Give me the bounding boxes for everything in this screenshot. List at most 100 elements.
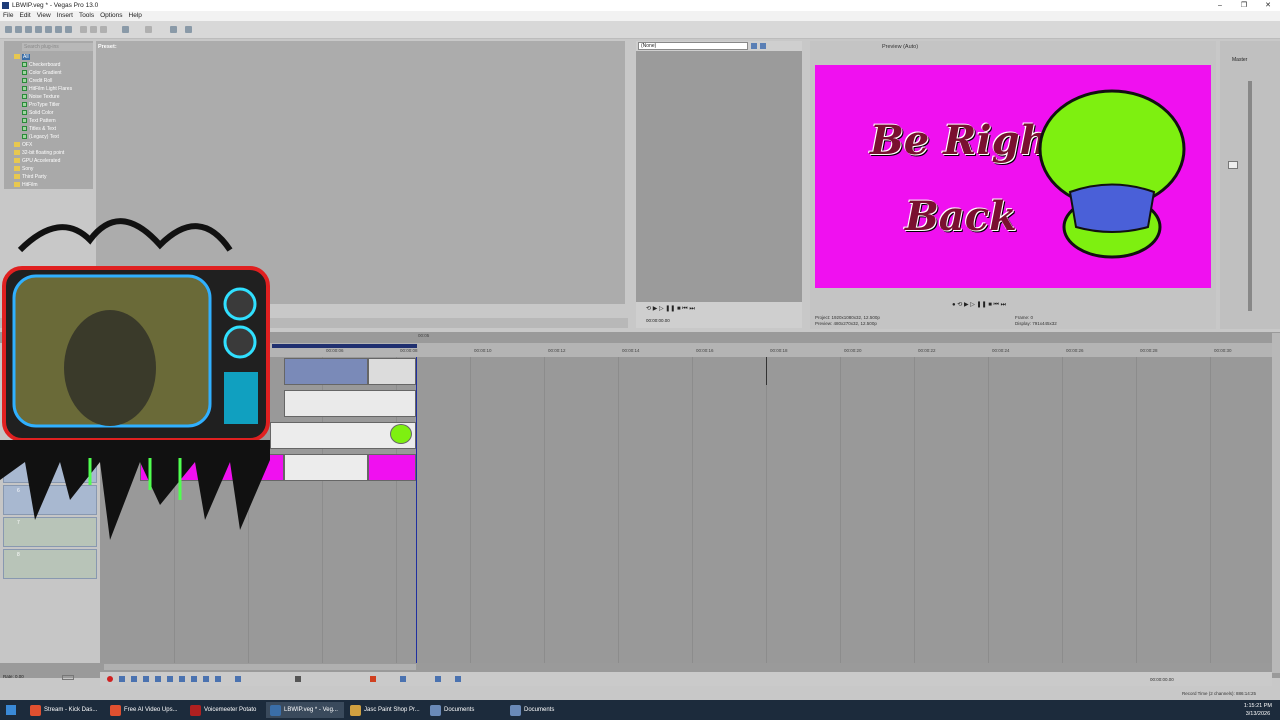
taskbar-item[interactable]: Free AI Video Ups... bbox=[106, 702, 184, 718]
menu-help[interactable]: Help bbox=[126, 11, 145, 21]
snapping-button[interactable] bbox=[400, 676, 406, 682]
play-button[interactable] bbox=[143, 676, 149, 682]
open-icon[interactable] bbox=[15, 26, 22, 33]
timeline-clip-thumbnail bbox=[390, 424, 412, 444]
folder-icon bbox=[14, 174, 20, 180]
help-icon[interactable] bbox=[185, 26, 192, 33]
menu-edit[interactable]: Edit bbox=[16, 11, 33, 21]
generator-icon bbox=[22, 134, 27, 140]
system-clock[interactable]: 1:15:21 PM 3/13/2026 bbox=[1244, 702, 1272, 718]
trimmer-media-select[interactable]: (None) bbox=[638, 42, 748, 50]
preview-mode[interactable]: Preview (Auto) bbox=[810, 41, 1216, 53]
taskbar-item[interactable]: Documents bbox=[506, 702, 584, 718]
timeline-clip[interactable] bbox=[284, 358, 368, 385]
delete-button[interactable] bbox=[295, 676, 301, 682]
tree-folder[interactable]: OFX bbox=[14, 141, 93, 149]
trimmer-transport-icons[interactable]: ⟲ ▶ ▷ ❚❚ ■ ⏮ ⏭ bbox=[646, 305, 695, 313]
tree-item[interactable]: Credit Roll bbox=[14, 77, 93, 85]
tree-item[interactable]: HitFilm Light Flares bbox=[14, 85, 93, 93]
tree-folder[interactable]: HitFilm bbox=[14, 181, 93, 189]
snap-icon[interactable] bbox=[170, 26, 177, 33]
taskbar-item[interactable]: Stream - Kick Das... bbox=[26, 702, 104, 718]
menu-file[interactable]: File bbox=[0, 11, 16, 21]
redo-icon[interactable] bbox=[145, 26, 152, 33]
menu-options[interactable]: Options bbox=[97, 11, 125, 21]
close-button[interactable]: ✕ bbox=[1256, 0, 1280, 11]
play-from-start-button[interactable] bbox=[131, 676, 137, 682]
generator-icon bbox=[22, 62, 27, 68]
timeline-clip[interactable] bbox=[284, 390, 416, 417]
tree-item[interactable]: ProType Titler bbox=[14, 101, 93, 109]
tree-item[interactable]: Checkerboard bbox=[14, 61, 93, 69]
cursor-timecode: 00:00:00.00 bbox=[1150, 677, 1174, 682]
trimmer-tool-icon[interactable] bbox=[760, 43, 766, 49]
status-bar: 00:00:00.00 Record Time (2 channels): 88… bbox=[0, 677, 1280, 700]
brave-browser-icon bbox=[110, 705, 121, 716]
tree-item[interactable]: Text Pattern bbox=[14, 117, 93, 125]
save-as-icon[interactable] bbox=[35, 26, 42, 33]
menu-insert[interactable]: Insert bbox=[54, 11, 76, 21]
timeline-clip[interactable] bbox=[368, 454, 416, 481]
loop-region-bar[interactable] bbox=[272, 344, 417, 348]
taskbar-item[interactable]: Documents bbox=[426, 702, 504, 718]
edit-tool-button[interactable] bbox=[235, 676, 241, 682]
tree-folder[interactable]: GPU Accelerated bbox=[14, 157, 93, 165]
copy-icon[interactable] bbox=[90, 26, 97, 33]
playhead-cursor[interactable] bbox=[416, 357, 417, 663]
render-icon[interactable] bbox=[45, 26, 52, 33]
tree-folder-all[interactable]: All bbox=[14, 53, 93, 61]
next-frame-button[interactable] bbox=[215, 676, 221, 682]
timeline-clip[interactable] bbox=[368, 358, 416, 385]
tree-item[interactable]: (Legacy) Text bbox=[14, 133, 93, 141]
rate-slider[interactable] bbox=[62, 675, 74, 680]
undo-icon[interactable] bbox=[122, 26, 129, 33]
go-to-end-button[interactable] bbox=[191, 676, 197, 682]
main-transport bbox=[100, 672, 1272, 686]
timeline-vscrollbar[interactable] bbox=[1272, 333, 1280, 673]
menu-view[interactable]: View bbox=[34, 11, 54, 21]
tree-item[interactable]: Noise Texture bbox=[14, 93, 93, 101]
marker-button[interactable] bbox=[370, 676, 376, 682]
timeline-clip[interactable] bbox=[284, 454, 368, 481]
trimmer-transport: ⟲ ▶ ▷ ❚❚ ■ ⏮ ⏭ 00:00:00.00 bbox=[636, 302, 802, 328]
voicemeeter-icon bbox=[190, 705, 201, 716]
start-button-icon[interactable] bbox=[6, 705, 16, 715]
save-icon[interactable] bbox=[25, 26, 32, 33]
trimmer-tool-icon[interactable] bbox=[751, 43, 757, 49]
preview-transport[interactable]: ● ⟲ ▶ ▷ ❚❚ ■ ⏮ ⏭ bbox=[952, 301, 1006, 309]
taskbar-item[interactable]: Voicemeeter Potato bbox=[186, 702, 264, 718]
tree-folder[interactable]: Third Party bbox=[14, 173, 93, 181]
tree-item[interactable]: Solid Color bbox=[14, 109, 93, 117]
lock-envelopes-button[interactable] bbox=[455, 676, 461, 682]
track-header-8[interactable]: 8 bbox=[3, 549, 97, 579]
timeline-scrollbar[interactable] bbox=[104, 664, 416, 670]
minimize-button[interactable]: – bbox=[1208, 0, 1232, 11]
auto-ripple-button[interactable] bbox=[435, 676, 441, 682]
properties-icon[interactable] bbox=[55, 26, 62, 33]
taskbar-item-active[interactable]: LBWIP.veg * - Veg... bbox=[266, 702, 344, 718]
maximize-button[interactable]: ❐ bbox=[1232, 0, 1256, 11]
new-project-icon[interactable] bbox=[5, 26, 12, 33]
pause-button[interactable] bbox=[155, 676, 161, 682]
menu-tools[interactable]: Tools bbox=[76, 11, 97, 21]
record-button[interactable] bbox=[107, 676, 113, 682]
go-to-start-button[interactable] bbox=[179, 676, 185, 682]
tree-item[interactable]: Color Gradient bbox=[14, 69, 93, 77]
plugin-search-input[interactable]: Search plug-ins bbox=[22, 43, 93, 51]
explorer-icon[interactable] bbox=[65, 26, 72, 33]
taskbar-item[interactable]: Jasc Paint Shop Pr... bbox=[346, 702, 424, 718]
paste-icon[interactable] bbox=[100, 26, 107, 33]
brave-browser-icon bbox=[30, 705, 41, 716]
cut-icon[interactable] bbox=[80, 26, 87, 33]
stop-button[interactable] bbox=[167, 676, 173, 682]
canvas-text-line2: Back bbox=[905, 193, 1017, 240]
tree-folder[interactable]: Sony bbox=[14, 165, 93, 173]
master-bus-mixer: Master bbox=[1220, 41, 1280, 329]
master-fader[interactable] bbox=[1228, 161, 1238, 169]
generator-icon bbox=[22, 118, 27, 124]
loop-button[interactable] bbox=[119, 676, 125, 682]
tree-item[interactable]: Titles & Text bbox=[14, 125, 93, 133]
prev-frame-button[interactable] bbox=[203, 676, 209, 682]
trimmer-header: (None) bbox=[636, 41, 802, 51]
tree-folder[interactable]: 32-bit floating point bbox=[14, 149, 93, 157]
